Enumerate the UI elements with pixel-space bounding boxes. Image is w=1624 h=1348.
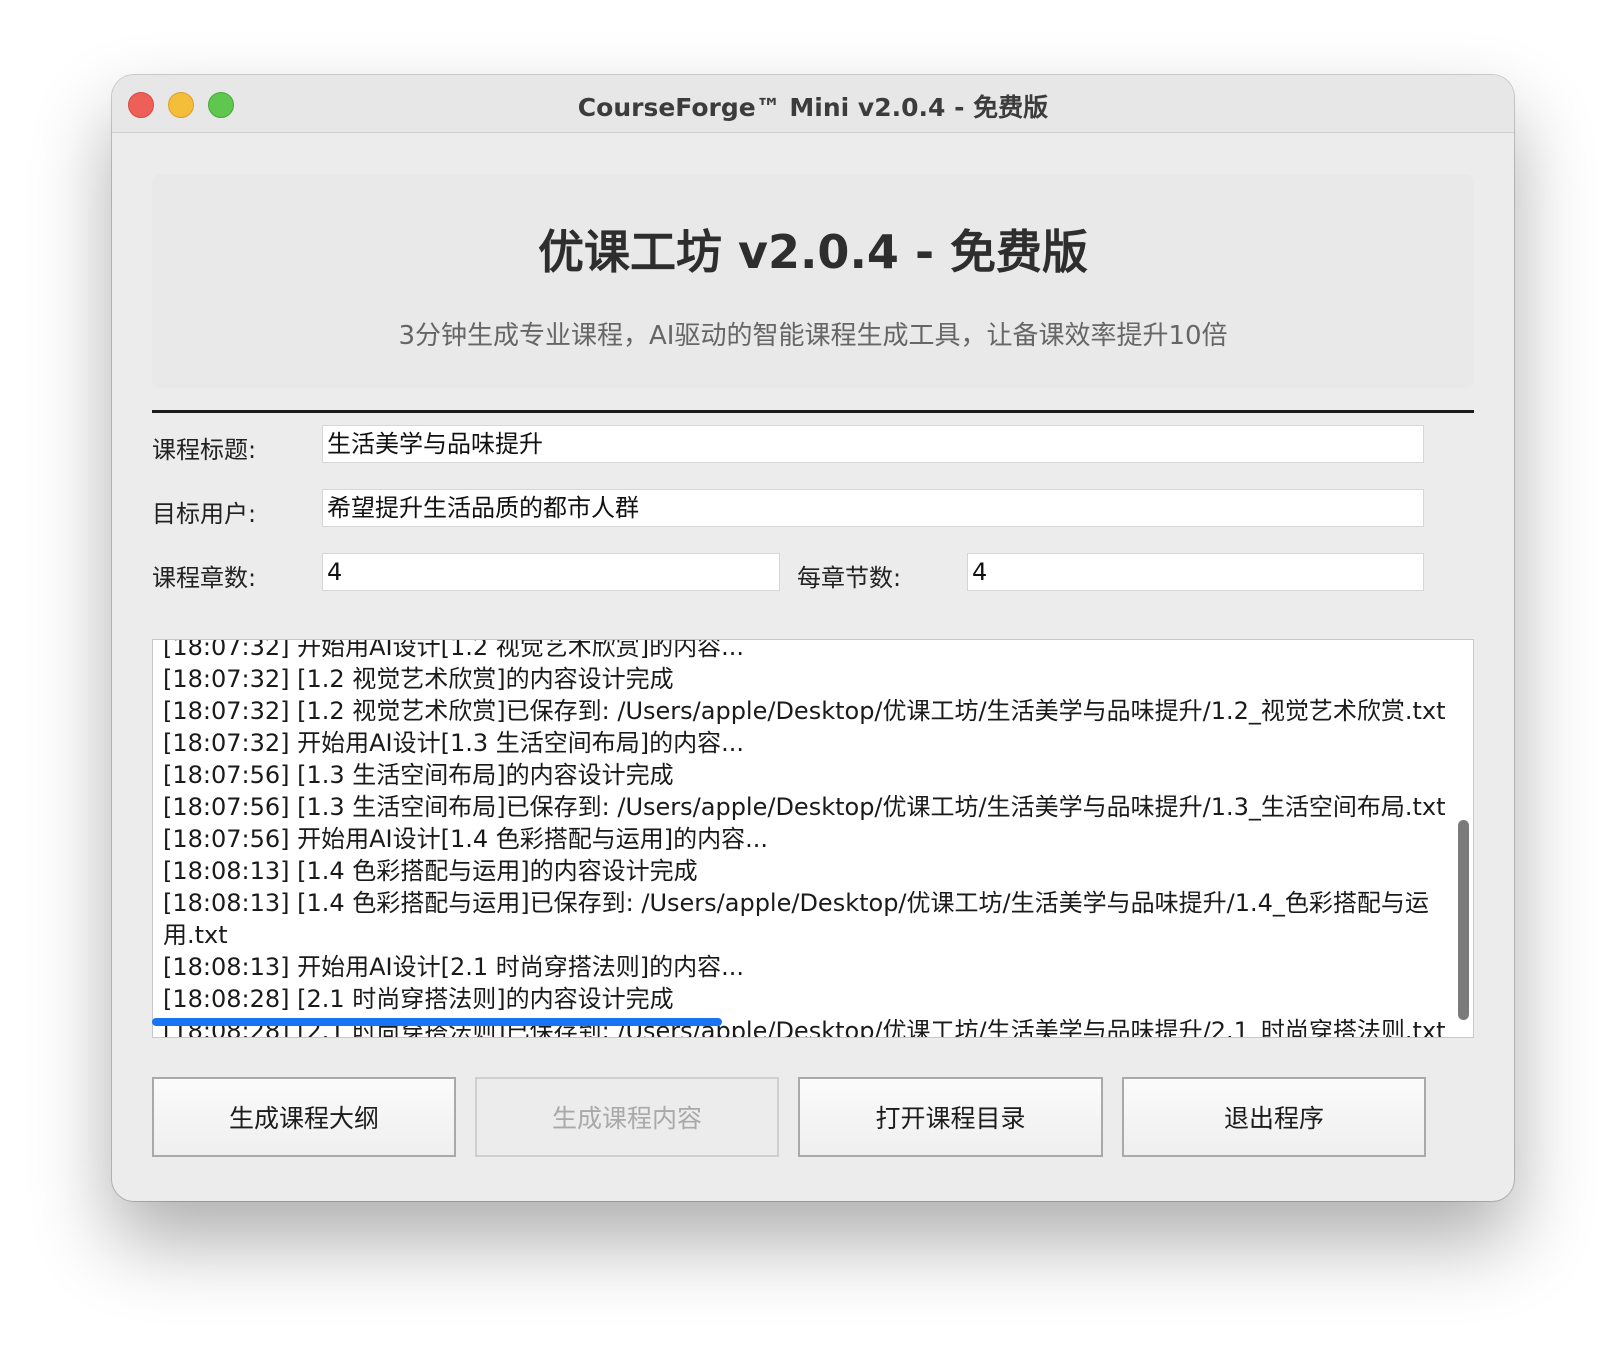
- log-scrollbar[interactable]: [1458, 820, 1469, 1020]
- log-line: [18:08:13] [1.4 色彩搭配与运用]已保存到: /Users/app…: [163, 889, 1429, 917]
- header-panel: 优课工坊 v2.0.4 - 免费版 3分钟生成专业课程，AI驱动的智能课程生成工…: [152, 174, 1474, 388]
- log-line: [18:08:28] [2.1 时尚穿搭法则]的内容设计完成: [163, 985, 674, 1013]
- app-window: CourseForge™ Mini v2.0.4 - 免费版 优课工坊 v2.0…: [112, 75, 1514, 1201]
- log-line: [18:07:56] 开始用AI设计[1.4 色彩搭配与运用]的内容...: [163, 825, 769, 853]
- log-line: [18:07:32] 开始用AI设计[1.2 视觉艺术欣赏]的内容...: [163, 639, 745, 661]
- header-separator: [152, 410, 1474, 413]
- exit-button[interactable]: 退出程序: [1122, 1077, 1426, 1157]
- log-output[interactable]: [18:07:32] 开始用AI设计[1.2 视觉艺术欣赏]的内容... [18:…: [152, 639, 1474, 1038]
- generate-outline-button[interactable]: 生成课程大纲: [152, 1077, 456, 1157]
- chapters-label: 课程章数:: [152, 564, 257, 592]
- course-title-label: 课程标题:: [152, 436, 257, 464]
- progress-indicator: [152, 1018, 722, 1026]
- sections-label: 每章节数:: [797, 564, 902, 592]
- course-title-input[interactable]: 生活美学与品味提升: [322, 425, 1424, 463]
- generate-content-button[interactable]: 生成课程内容: [475, 1077, 779, 1157]
- app-subtitle: 3分钟生成专业课程，AI驱动的智能课程生成工具，让备课效率提升10倍: [398, 321, 1228, 351]
- target-users-input[interactable]: 希望提升生活品质的都市人群: [322, 489, 1424, 527]
- title-bar: CourseForge™ Mini v2.0.4 - 免费版: [112, 75, 1514, 133]
- open-directory-button[interactable]: 打开课程目录: [798, 1077, 1103, 1157]
- log-line: [18:07:56] [1.3 生活空间布局]已保存到: /Users/appl…: [163, 793, 1446, 821]
- log-line: [18:07:32] 开始用AI设计[1.3 生活空间布局]的内容...: [163, 729, 745, 757]
- log-lines: [18:07:32] 开始用AI设计[1.2 视觉艺术欣赏]的内容... [18:…: [163, 639, 1446, 1037]
- log-line: [18:08:13] [1.4 色彩搭配与运用]的内容设计完成: [163, 857, 698, 885]
- sections-input[interactable]: 4: [967, 553, 1424, 591]
- log-line: [18:08:13] 开始用AI设计[2.1 时尚穿搭法则]的内容...: [163, 953, 745, 981]
- chapters-input[interactable]: 4: [322, 553, 780, 591]
- log-line: [18:07:56] [1.3 生活空间布局]的内容设计完成: [163, 761, 674, 789]
- log-line: 用.txt: [163, 921, 228, 949]
- log-line: [18:07:32] [1.2 视觉艺术欣赏]的内容设计完成: [163, 665, 674, 693]
- target-users-label: 目标用户:: [152, 500, 257, 528]
- window-title: CourseForge™ Mini v2.0.4 - 免费版: [577, 93, 1049, 122]
- log-line: [18:07:32] [1.2 视觉艺术欣赏]已保存到: /Users/appl…: [163, 697, 1446, 725]
- app-title: 优课工坊 v2.0.4 - 免费版: [537, 225, 1089, 279]
